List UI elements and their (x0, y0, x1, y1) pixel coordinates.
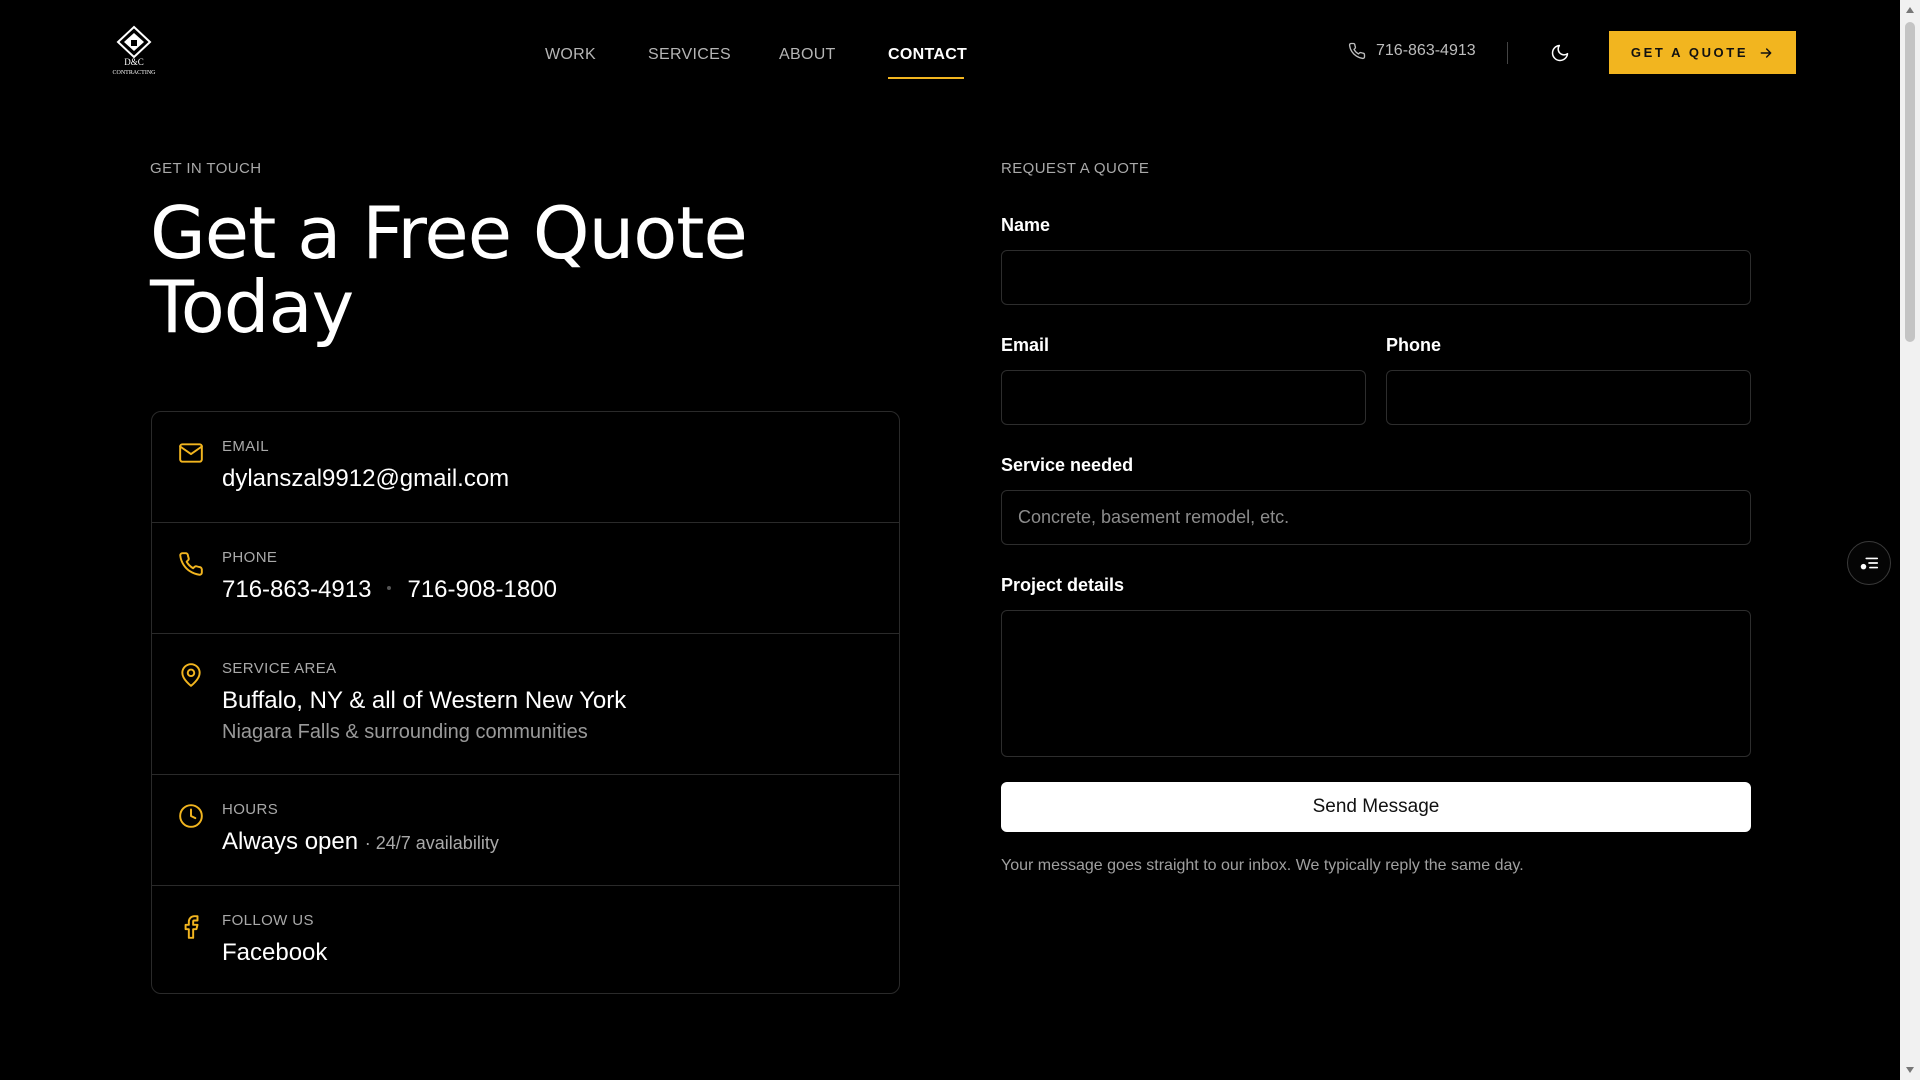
logo-name: D&C (124, 57, 144, 67)
triangle-up-icon (1906, 7, 1914, 13)
logo-subtext: CONTRACTING (113, 70, 157, 76)
title-line-1: Get a Free Quote (150, 191, 748, 275)
info-row-phone: PHONE 716-863-4913 716-908-1800 (152, 523, 899, 634)
service-input[interactable] (1001, 490, 1751, 545)
form-note: Your message goes straight to our inbox.… (1001, 857, 1524, 874)
get-quote-button[interactable]: GET A QUOTE (1609, 31, 1796, 74)
email-input[interactable] (1001, 370, 1366, 425)
title-line-2: Today (150, 265, 354, 349)
arrow-right-icon (1760, 47, 1772, 58)
triangle-down-icon (1906, 1067, 1914, 1073)
floating-menu-button[interactable] (1847, 541, 1891, 585)
nav-about[interactable]: ABOUT (779, 46, 836, 64)
nav-active-underline (888, 77, 964, 79)
phone-icon (179, 552, 203, 576)
nav-contact[interactable]: CONTACT (888, 46, 967, 64)
name-label: Name (1001, 215, 1051, 235)
info-row-email: EMAIL dylanszal9912@gmail.com (152, 412, 899, 523)
email-field-label: Email (1001, 335, 1050, 355)
page-title: Get a Free Quote Today (150, 196, 930, 344)
send-message-button[interactable]: Send Message (1001, 782, 1751, 832)
details-label: Project details (1001, 575, 1125, 595)
filter-list-icon (1860, 557, 1879, 570)
phone-secondary-link[interactable]: 716-908-1800 (407, 576, 556, 603)
phone-icon (1348, 42, 1366, 60)
phone-field-label: Phone (1386, 335, 1442, 355)
facebook-link[interactable]: Facebook (222, 939, 327, 967)
service-label: Service needed (1001, 455, 1134, 475)
get-quote-label: GET A QUOTE (1630, 45, 1749, 60)
email-link[interactable]: dylanszal9912@gmail.com (222, 465, 509, 493)
hours-value: Always open (222, 828, 359, 855)
hours-note: · 24/7 availability (364, 833, 499, 853)
nav-work[interactable]: WORK (545, 46, 596, 64)
follow-label: FOLLOW US (222, 912, 314, 929)
map-pin-icon (181, 663, 201, 687)
theme-toggle-button[interactable] (1547, 40, 1573, 66)
hours-label: HOURS (222, 801, 279, 818)
moon-icon (1551, 44, 1569, 62)
service-area-sub: Niagara Falls & surrounding communities (222, 721, 588, 743)
facebook-icon (184, 915, 199, 939)
mail-icon (179, 443, 203, 463)
brand-logo[interactable]: D&C CONTRACTING (106, 24, 162, 78)
header-phone-link[interactable]: 716-863-4913 (1348, 42, 1476, 60)
scrollbar-thumb[interactable] (1905, 22, 1915, 342)
info-row-service-area: SERVICE AREA Buffalo, NY & all of Wester… (152, 634, 899, 775)
details-textarea[interactable] (1001, 610, 1751, 757)
name-input[interactable] (1001, 250, 1751, 305)
scroll-down-arrow[interactable] (1904, 1064, 1916, 1076)
info-row-hours: HOURS Always open · 24/7 availability (152, 775, 899, 886)
phone-separator (387, 585, 392, 590)
contact-eyebrow: GET IN TOUCH (150, 160, 262, 177)
form-eyebrow: REQUEST A QUOTE (1001, 160, 1150, 177)
header-divider (1507, 42, 1508, 64)
info-row-follow: FOLLOW US Facebook (152, 886, 899, 993)
house-logo-icon: D&C CONTRACTING (113, 25, 157, 76)
service-area-label: SERVICE AREA (222, 660, 337, 677)
header-phone-text: 716-863-4913 (1376, 42, 1476, 59)
contact-info-card: EMAIL dylanszal9912@gmail.com PHONE 716-… (151, 411, 900, 994)
clock-icon (179, 804, 203, 828)
email-label: EMAIL (222, 438, 270, 455)
service-area-value: Buffalo, NY & all of Western New York (222, 687, 627, 714)
scroll-up-arrow[interactable] (1904, 4, 1916, 16)
nav-services[interactable]: SERVICES (648, 46, 731, 64)
hours-value-wrap: Always open · 24/7 availability (222, 828, 499, 856)
phone-values: 716-863-4913 716-908-1800 (222, 576, 557, 604)
phone-label: PHONE (222, 549, 278, 566)
phone-primary-link[interactable]: 716-863-4913 (222, 576, 371, 603)
phone-input[interactable] (1386, 370, 1751, 425)
